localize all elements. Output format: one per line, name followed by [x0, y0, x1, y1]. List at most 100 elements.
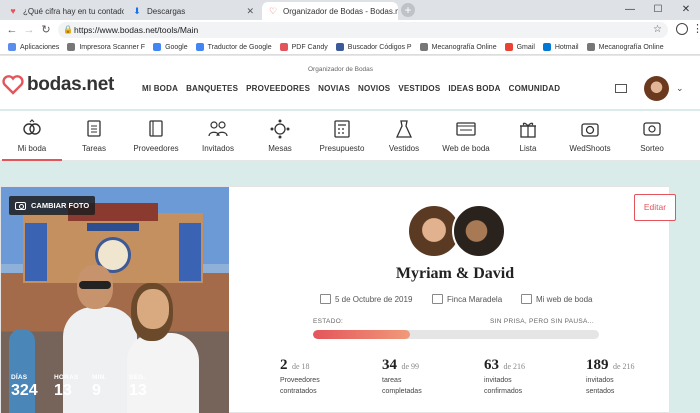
countdown-days: DÍAS 324 — [11, 374, 38, 400]
bookmark-label: Impresora Scanner F — [79, 43, 146, 51]
heart-logo-icon — [2, 75, 24, 95]
lock-icon: 🔒 — [63, 25, 73, 34]
web-icon — [521, 294, 532, 304]
bookmark-item[interactable]: PDF Candy — [279, 43, 328, 51]
window-close-icon[interactable]: ✕ — [672, 0, 700, 20]
tab-presupuesto[interactable]: Presupuesto — [312, 111, 372, 161]
groom-avatar[interactable] — [452, 204, 506, 258]
bookmark-icon — [504, 43, 513, 51]
bookmark-item[interactable]: Hotmail — [542, 43, 579, 51]
tool-label: Invitados — [201, 144, 235, 153]
tool-label: Sorteo — [640, 144, 664, 153]
wedding-web-text: Mi web de boda — [536, 294, 593, 304]
countdown-label: HORAS — [54, 374, 79, 381]
tab-mesas[interactable]: Mesas — [250, 111, 310, 161]
browser-tab-strip: ♥ ¿Qué cifra hay en tu contador h ✕ ⬇ De… — [0, 0, 700, 20]
tab-mi-boda[interactable]: Mi boda — [2, 111, 62, 161]
tool-label: Proveedores — [133, 144, 179, 153]
tab-descargas[interactable]: ⬇ Descargas ✕ — [126, 2, 260, 20]
bookmark-label: PDF Candy — [291, 43, 328, 51]
new-tab-button[interactable]: + — [401, 3, 415, 17]
couple-name: Myriam & David — [395, 265, 515, 282]
user-avatar[interactable] — [644, 76, 669, 101]
status-text: SIN PRISA, PERO SIN PAUSA... — [490, 318, 594, 325]
countdown-value: 9 — [92, 382, 101, 399]
minimize-icon[interactable]: — — [616, 0, 644, 20]
nav-item-banquetes[interactable]: BANQUETES — [186, 84, 238, 93]
url-text: https://www.bodas.net/tools/Main — [74, 25, 199, 35]
forward-icon[interactable]: → — [21, 22, 37, 38]
tool-label: WedShoots — [569, 144, 611, 153]
nav-item-novias[interactable]: NOVIAS — [318, 84, 350, 93]
nav-item-mi-boda[interactable]: MI BODA — [142, 84, 178, 93]
tab-organizador[interactable]: ♡ Organizador de Bodas - Bodas.ne ✕ — [262, 2, 398, 20]
nav-item-novios[interactable]: NOVIOS — [358, 84, 390, 93]
stat-total: de 216 — [503, 362, 526, 371]
bookmark-item[interactable]: Buscador Códigos P — [335, 43, 412, 51]
tool-label: Mesas — [268, 144, 292, 153]
address-bar[interactable]: 🔒 https://www.bodas.net/tools/Main ☆ — [58, 22, 668, 38]
tool-label: Web de boda — [442, 144, 490, 153]
stat-sentados[interactable]: 189 de 216 invitados sentados — [586, 356, 635, 396]
nav-item-vestidos[interactable]: VESTIDOS — [398, 84, 440, 93]
stat-total: de 99 — [401, 362, 420, 371]
tab-vestidos[interactable]: Vestidos — [374, 111, 434, 161]
tab-sorteo[interactable]: Sorteo — [622, 111, 682, 161]
mail-icon[interactable] — [615, 84, 627, 93]
wedding-web-link[interactable]: Mi web de boda — [521, 294, 592, 304]
rings-icon — [23, 119, 41, 135]
bookmark-label: Mecanografía Online — [598, 43, 664, 51]
change-photo-button[interactable]: CAMBIAR FOTO — [9, 196, 95, 215]
wedding-progress-bar — [313, 330, 599, 339]
tab-web-de-boda[interactable]: Web de boda — [436, 111, 496, 161]
stat-value: 2 — [280, 357, 288, 373]
stat-label: confirmados — [484, 388, 523, 395]
edit-button[interactable]: Editar — [634, 194, 676, 221]
stat-tareas[interactable]: 34 de 99 tareas completadas — [382, 356, 422, 396]
close-icon[interactable]: ✕ — [246, 6, 254, 17]
tools-bar: Mi boda Tareas Proveedores Invitados Mesas Pr… — [0, 111, 700, 161]
chevron-down-icon[interactable]: ⌄ — [676, 83, 684, 94]
bookmark-item[interactable]: Aplicaciones — [8, 43, 59, 51]
download-icon: ⬇ — [133, 5, 141, 16]
back-icon[interactable]: ← — [4, 22, 20, 38]
stat-proveedores[interactable]: 2 de 18 Proveedores contratados — [280, 356, 320, 396]
nav-item-proveedores[interactable]: PROVEEDORES — [246, 84, 310, 93]
bookmark-item[interactable]: Gmail — [504, 43, 535, 51]
stat-label: completadas — [382, 388, 422, 395]
bookmark-label: Aplicaciones — [20, 43, 60, 51]
bookmarks-bar: Aplicaciones Impresora Scanner F Google Tra… — [0, 40, 700, 55]
menu-icon[interactable]: ⋮ — [692, 22, 700, 35]
tab-invitados[interactable]: Invitados — [188, 111, 248, 161]
site-logo[interactable]: bodas.net — [2, 74, 114, 96]
site-tagline: Organizador de Bodas — [308, 66, 374, 73]
progress-fill — [313, 330, 411, 339]
tab-wedshoots[interactable]: WedShoots — [560, 111, 620, 161]
bookmark-item[interactable]: Impresora Scanner F — [67, 43, 145, 51]
stat-label: tareas — [382, 377, 402, 384]
nav-item-comunidad[interactable]: COMUNIDAD — [509, 84, 561, 93]
stat-confirmados[interactable]: 63 de 216 invitados confirmados — [484, 356, 525, 396]
tab-lista[interactable]: Lista — [498, 111, 558, 161]
bookmark-icon — [153, 43, 162, 51]
bookmark-item[interactable]: Mecanografía Online — [586, 43, 664, 51]
nav-item-ideas-boda[interactable]: IDEAS BODA — [448, 84, 500, 93]
bookmark-item[interactable]: Google — [153, 43, 188, 51]
wedding-venue-text: Finca Maradela — [447, 294, 503, 304]
maximize-icon[interactable]: ☐ — [644, 0, 672, 20]
reload-icon[interactable]: ↻ — [38, 22, 54, 38]
gift-icon — [520, 122, 536, 138]
tab-tareas[interactable]: Tareas — [64, 111, 124, 161]
tab-contador[interactable]: ♥ ¿Qué cifra hay en tu contador h ✕ — [2, 2, 124, 20]
bookmark-item[interactable]: Traductor de Google — [195, 43, 272, 51]
profile-icon[interactable] — [676, 23, 688, 35]
main-nav: MI BODA BANQUETES PROVEEDORES NOVIAS NOVIOS V… — [142, 84, 560, 93]
bookmark-label: Mecanografía Online — [431, 43, 497, 51]
countdown-label: DÍAS — [11, 374, 28, 381]
bookmark-item[interactable]: Mecanografía Online — [419, 43, 497, 51]
tab-label: ¿Qué cifra hay en tu contador h — [23, 6, 124, 16]
bookmark-star-icon[interactable]: ☆ — [653, 22, 662, 38]
wedding-venue: Finca Maradela — [432, 294, 502, 304]
tab-proveedores[interactable]: Proveedores — [126, 111, 186, 161]
wedding-date: 5 de Octubre de 2019 — [320, 294, 412, 304]
